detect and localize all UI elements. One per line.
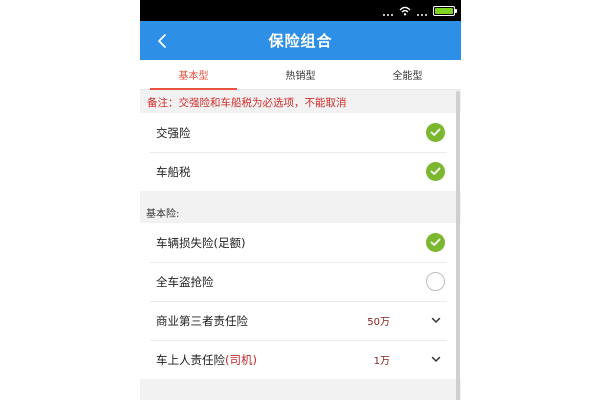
unchecked-circle-icon[interactable]: [426, 272, 445, 291]
chevron-down-icon[interactable]: [426, 311, 445, 330]
tab-full[interactable]: 全能型: [354, 60, 461, 89]
chevron-left-icon: [158, 34, 166, 48]
section-header-basic: 基本险:: [140, 201, 461, 223]
back-button[interactable]: [150, 29, 174, 53]
section-gap: [140, 191, 461, 201]
list-item-third-party[interactable]: 商业第三者责任险 50万: [140, 301, 461, 340]
tab-bar: 基本型 热销型 全能型: [140, 60, 461, 90]
title-bar: 保险组合: [140, 21, 461, 60]
required-group: 交强险 车船税: [140, 113, 461, 191]
check-icon: [426, 233, 445, 252]
tab-basic[interactable]: 基本型: [140, 60, 247, 90]
wifi-icon: [399, 6, 411, 15]
signal-icon: [383, 6, 393, 16]
check-icon: [426, 123, 445, 142]
row-label-main: 车上人责任险: [156, 352, 225, 367]
row-label: 车上人责任险(司机): [156, 352, 374, 368]
chevron-down-icon[interactable]: [426, 350, 445, 369]
list-item-theft[interactable]: 全车盗抢险: [140, 262, 461, 301]
status-icons: [383, 5, 457, 16]
list-item-passenger-liability[interactable]: 车上人责任险(司机) 1万: [140, 340, 461, 379]
basic-group: 车辆损失险(足额) 全车盗抢险 商业第三者责任险 50万 车上人责任险(司机) …: [140, 223, 461, 379]
list-item-compulsory-insurance[interactable]: 交强险: [140, 113, 461, 152]
list-item-vehicle-tax[interactable]: 车船税: [140, 152, 461, 191]
row-label: 交强险: [156, 125, 191, 140]
row-label-driver: (司机): [225, 352, 257, 367]
battery-icon: [433, 5, 457, 16]
page-title: 保险组合: [268, 32, 333, 50]
row-value: 1万: [373, 356, 390, 367]
required-note: 备注：交强险和车船税为必选项，不能取消: [140, 91, 461, 113]
row-label: 全车盗抢险: [156, 274, 214, 289]
row-label: 商业第三者责任险: [156, 313, 248, 328]
row-label: 车船税: [156, 164, 191, 179]
check-icon: [426, 162, 445, 181]
content-area: 备注：交强险和车船税为必选项，不能取消 交强险 车船税 基本险: 车辆损失险(足…: [140, 91, 461, 400]
phone-screen: 保险组合 基本型 热销型 全能型 备注：交强险和车船税为必选项，不能取消 交强险…: [140, 0, 461, 400]
status-bar: [140, 0, 461, 21]
list-item-vehicle-damage[interactable]: 车辆损失险(足额): [140, 223, 461, 262]
row-value: 50万: [367, 317, 390, 328]
scrollbar[interactable]: [456, 91, 460, 400]
row-label: 车辆损失险(足额): [156, 235, 246, 250]
tab-hot[interactable]: 热销型: [247, 60, 354, 89]
signal-icon-secondary: [417, 6, 427, 16]
